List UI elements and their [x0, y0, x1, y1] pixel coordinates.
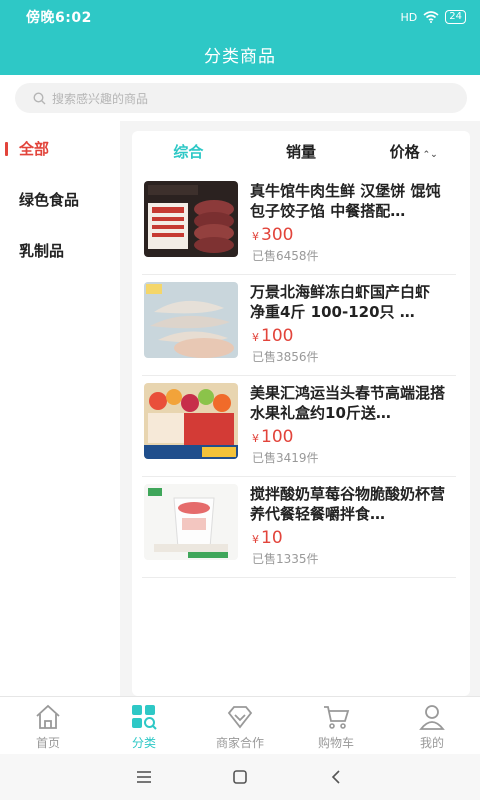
product-image	[144, 383, 238, 459]
app-header: 傍晚6:02 HD 24 分类商品	[0, 0, 480, 75]
system-nav-bar	[0, 754, 480, 800]
currency-symbol: ¥	[252, 331, 259, 344]
category-label: 全部	[19, 140, 50, 158]
product-sold-count: 已售1335件	[252, 552, 319, 566]
search-bar-container: 搜索感兴趣的商品	[0, 75, 480, 121]
sort-arrows-icon: ⌃⌄	[422, 149, 438, 160]
product-name: 万景北海鲜冻白虾国产白虾 净重4斤 100-120只 …	[250, 283, 431, 321]
sort-label: 价格	[389, 142, 420, 161]
product-item[interactable]: 搅拌酸奶草莓谷物脆酸奶杯营养代餐轻餐嚼拌食… ¥10 已售1335件	[142, 478, 456, 578]
price-value: 300	[261, 225, 294, 245]
search-input[interactable]: 搜索感兴趣的商品	[15, 83, 467, 113]
product-name: 搅拌酸奶草莓谷物脆酸奶杯营养代餐轻餐嚼拌食…	[250, 485, 446, 523]
tab-profile[interactable]: 我的	[384, 697, 480, 754]
status-time: 傍晚6:02	[26, 10, 92, 26]
category-sidebar: 全部 绿色食品 乳制品	[0, 121, 120, 696]
category-label: 乳制品	[19, 242, 65, 260]
sort-comprehensive[interactable]: 综合	[132, 141, 245, 162]
search-placeholder: 搜索感兴趣的商品	[52, 91, 149, 106]
category-item-dairy[interactable]: 乳制品	[0, 225, 120, 276]
category-item-all[interactable]: 全部	[0, 123, 120, 174]
menu-icon[interactable]	[135, 768, 153, 786]
currency-symbol: ¥	[252, 533, 259, 546]
product-item[interactable]: 美果汇鸿运当头春节高端混搭水果礼盒约10斤送… ¥100 已售3419件	[142, 377, 456, 477]
currency-symbol: ¥	[252, 230, 259, 243]
tab-category[interactable]: 分类	[96, 697, 192, 754]
search-icon	[33, 91, 46, 104]
category-item-green-food[interactable]: 绿色食品	[0, 174, 120, 225]
sort-price[interactable]: 价格 ⌃⌄	[357, 141, 470, 162]
tab-label: 购物车	[317, 736, 354, 750]
sort-label: 销量	[286, 142, 317, 161]
product-image	[144, 181, 238, 257]
tab-cart[interactable]: 购物车	[288, 697, 384, 754]
user-icon	[419, 705, 445, 730]
wifi-icon	[423, 11, 439, 23]
signal-label: HD	[400, 10, 418, 24]
sort-label: 综合	[173, 142, 204, 161]
back-icon[interactable]	[327, 768, 345, 786]
product-price: ¥10	[252, 528, 283, 548]
price-value: 100	[261, 427, 294, 447]
product-price: ¥100	[252, 326, 293, 346]
page-title: 分类商品	[204, 47, 276, 67]
product-sold-count: 已售6458件	[252, 249, 319, 263]
product-name: 真牛馆牛肉生鲜 汉堡饼 馄饨包子饺子馅 中餐搭配…	[250, 182, 441, 220]
home-square-icon[interactable]	[231, 768, 249, 786]
product-image	[144, 484, 238, 560]
product-sold-count: 已售3419件	[252, 451, 319, 465]
status-indicators: HD 24	[401, 10, 466, 24]
price-value: 100	[261, 326, 294, 346]
product-price: ¥100	[252, 427, 293, 447]
category-icon	[132, 705, 157, 730]
status-bar: 傍晚6:02 HD 24	[26, 6, 466, 28]
currency-symbol: ¥	[252, 432, 259, 445]
tab-label: 首页	[35, 736, 60, 750]
home-icon	[36, 704, 60, 729]
bottom-tab-bar: 首页 分类 商家合作 购物车 我的	[0, 696, 480, 754]
product-sold-count: 已售3856件	[252, 350, 319, 364]
diamond-icon	[227, 706, 253, 729]
tab-label: 我的	[419, 736, 444, 750]
sort-bar: 综合 销量 价格 ⌃⌄	[132, 131, 470, 171]
product-area: 综合 销量 价格 ⌃⌄ 真牛馆牛肉生鲜 汉堡饼 馄饨包子饺子馅 中餐搭配… ¥ …	[120, 121, 480, 696]
product-image	[144, 282, 238, 358]
sort-sales[interactable]: 销量	[245, 141, 358, 162]
product-item[interactable]: 真牛馆牛肉生鲜 汉堡饼 馄饨包子饺子馅 中餐搭配… ¥300 已售6458件	[142, 175, 456, 275]
cart-icon	[324, 706, 350, 729]
tab-home[interactable]: 首页	[0, 697, 96, 754]
battery-indicator: 24	[445, 10, 466, 24]
product-name: 美果汇鸿运当头春节高端混搭水果礼盒约10斤送…	[250, 384, 446, 422]
product-price: ¥300	[252, 225, 293, 245]
tab-merchant-cooperation[interactable]: 商家合作	[192, 697, 288, 754]
price-value: 10	[261, 528, 283, 548]
category-label: 绿色食品	[19, 191, 80, 209]
tab-label: 商家合作	[215, 736, 264, 750]
tab-label: 分类	[131, 736, 156, 750]
product-item[interactable]: 万景北海鲜冻白虾国产白虾 净重4斤 100-120只 … ¥100 已售3856…	[142, 276, 456, 376]
product-panel: 综合 销量 价格 ⌃⌄ 真牛馆牛肉生鲜 汉堡饼 馄饨包子饺子馅 中餐搭配… ¥ …	[132, 131, 470, 696]
